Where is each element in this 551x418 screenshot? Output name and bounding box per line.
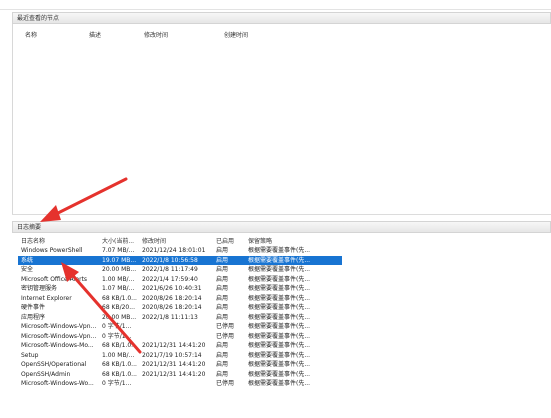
annotation-arrow-to-header <box>40 177 128 222</box>
annotation-arrow-to-system-row <box>61 262 142 354</box>
annotation-arrows <box>40 177 142 354</box>
